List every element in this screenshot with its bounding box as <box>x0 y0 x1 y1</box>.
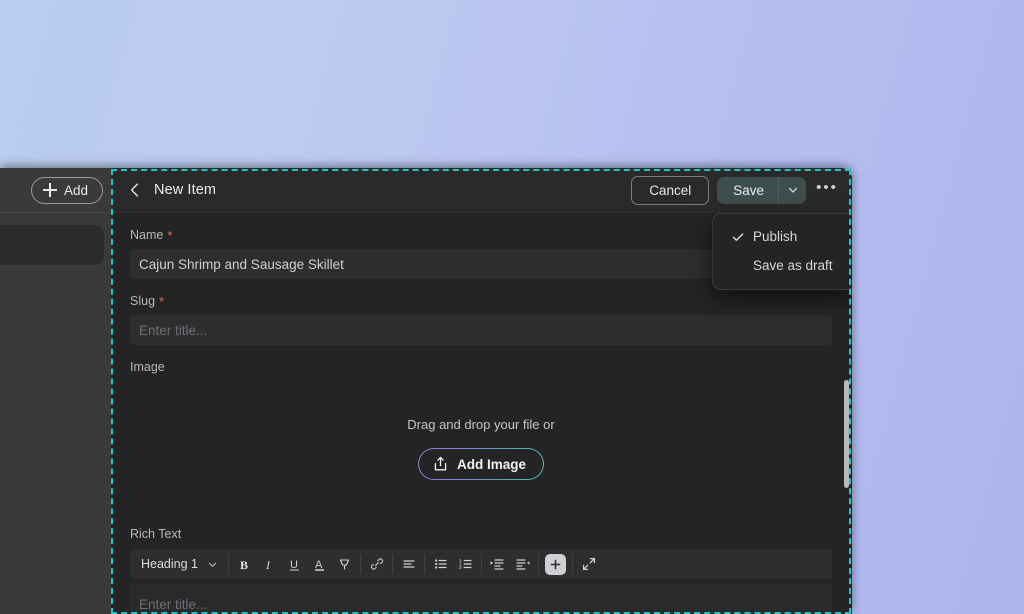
name-label: Name <box>130 228 164 242</box>
svg-text:I: I <box>265 558 271 572</box>
add-block-icon[interactable] <box>545 553 566 575</box>
add-button[interactable]: Add <box>30 176 103 204</box>
toolbar-group-indent <box>485 549 535 579</box>
add-button-label: Add <box>63 182 88 198</box>
check-icon <box>731 230 751 244</box>
menu-item-label: Publish <box>753 229 798 244</box>
page-title: New Item <box>154 182 217 198</box>
svg-text:U: U <box>290 559 298 571</box>
cancel-button[interactable]: Cancel <box>631 175 710 205</box>
plus-icon <box>42 183 57 197</box>
chevron-down-icon <box>208 562 217 567</box>
richtext-toolbar: Heading 1 B I U A 1 2 3 <box>130 549 832 579</box>
underline-icon[interactable]: U <box>282 549 307 579</box>
required-marker: * <box>159 293 165 309</box>
image-dropzone[interactable]: Drag and drop your file or Add Image <box>130 386 832 511</box>
toolbar-separator <box>392 554 393 574</box>
upload-icon <box>433 456 448 472</box>
save-dropdown-toggle[interactable] <box>778 176 806 204</box>
highlight-icon[interactable] <box>332 549 357 579</box>
bullet-list-icon[interactable] <box>428 549 453 579</box>
sidebar-header: Add <box>0 168 111 213</box>
menu-item-label: Save as draft <box>753 258 833 273</box>
save-split-button: Save <box>717 176 806 204</box>
menu-item-publish[interactable]: Publish <box>713 222 852 251</box>
save-button[interactable]: Save <box>717 177 778 204</box>
image-label-row: Image <box>130 345 832 381</box>
screen: Add New Item Cancel Save ••• Publish Sav… <box>0 0 1024 614</box>
image-label: Image <box>130 360 165 374</box>
save-dropdown-menu: Publish Save as draft <box>712 213 852 290</box>
richtext-label: Rich Text <box>130 527 182 541</box>
toolbar-separator <box>360 554 361 574</box>
editor-header: New Item Cancel Save ••• <box>111 168 852 213</box>
app-window: Add New Item Cancel Save ••• Publish Sav… <box>0 168 852 614</box>
align-left-icon[interactable] <box>396 549 421 579</box>
toolbar-separator <box>538 554 539 574</box>
chevron-left-icon[interactable] <box>125 180 145 200</box>
header-actions: Cancel Save ••• <box>631 175 840 205</box>
italic-icon[interactable]: I <box>257 549 282 579</box>
dropzone-text: Drag and drop your file or <box>407 417 555 432</box>
add-image-label: Add Image <box>456 456 526 472</box>
item-editor-panel: New Item Cancel Save ••• Publish Save as… <box>111 168 852 614</box>
toolbar-separator <box>572 554 573 574</box>
heading-select[interactable]: Heading 1 <box>133 549 225 579</box>
slug-label: Slug <box>130 294 156 308</box>
toolbar-group-link <box>364 549 389 579</box>
text-color-icon[interactable]: A <box>307 549 332 579</box>
toolbar-group-format: B I U A <box>232 549 357 579</box>
sidebar: Add <box>0 168 111 614</box>
toolbar-separator <box>424 554 425 574</box>
name-input-value: Cajun Shrimp and Sausage Skillet <box>139 256 344 272</box>
more-options-button[interactable]: ••• <box>814 177 840 203</box>
add-image-button[interactable]: Add Image <box>418 448 544 480</box>
field-image-label-wrap: Image <box>111 345 852 381</box>
svg-text:B: B <box>240 558 248 572</box>
ellipsis-icon: ••• <box>816 178 838 196</box>
outdent-icon[interactable] <box>510 549 535 579</box>
richtext-placeholder: Enter title... <box>139 596 208 612</box>
toolbar-group-align <box>396 549 421 579</box>
chevron-down-icon <box>788 187 797 193</box>
menu-item-save-as-draft[interactable]: Save as draft <box>713 251 852 280</box>
svg-text:3: 3 <box>459 565 462 570</box>
link-icon[interactable] <box>364 549 389 579</box>
slug-input[interactable]: Enter title... <box>130 315 832 345</box>
required-marker: * <box>167 227 173 243</box>
sidebar-list-item[interactable] <box>0 225 104 265</box>
heading-select-value: Heading 1 <box>141 557 198 571</box>
toolbar-separator <box>228 554 229 574</box>
numbered-list-icon[interactable]: 123 <box>453 549 478 579</box>
toolbar-group-lists: 123 <box>428 549 478 579</box>
fullscreen-icon[interactable] <box>576 549 601 579</box>
toolbar-separator <box>481 554 482 574</box>
slug-input-placeholder: Enter title... <box>139 322 208 338</box>
bold-icon[interactable]: B <box>232 549 257 579</box>
vertical-scrollbar-thumb[interactable] <box>844 380 849 488</box>
indent-icon[interactable] <box>485 549 510 579</box>
richtext-editor-body[interactable]: Enter title... <box>130 584 832 614</box>
